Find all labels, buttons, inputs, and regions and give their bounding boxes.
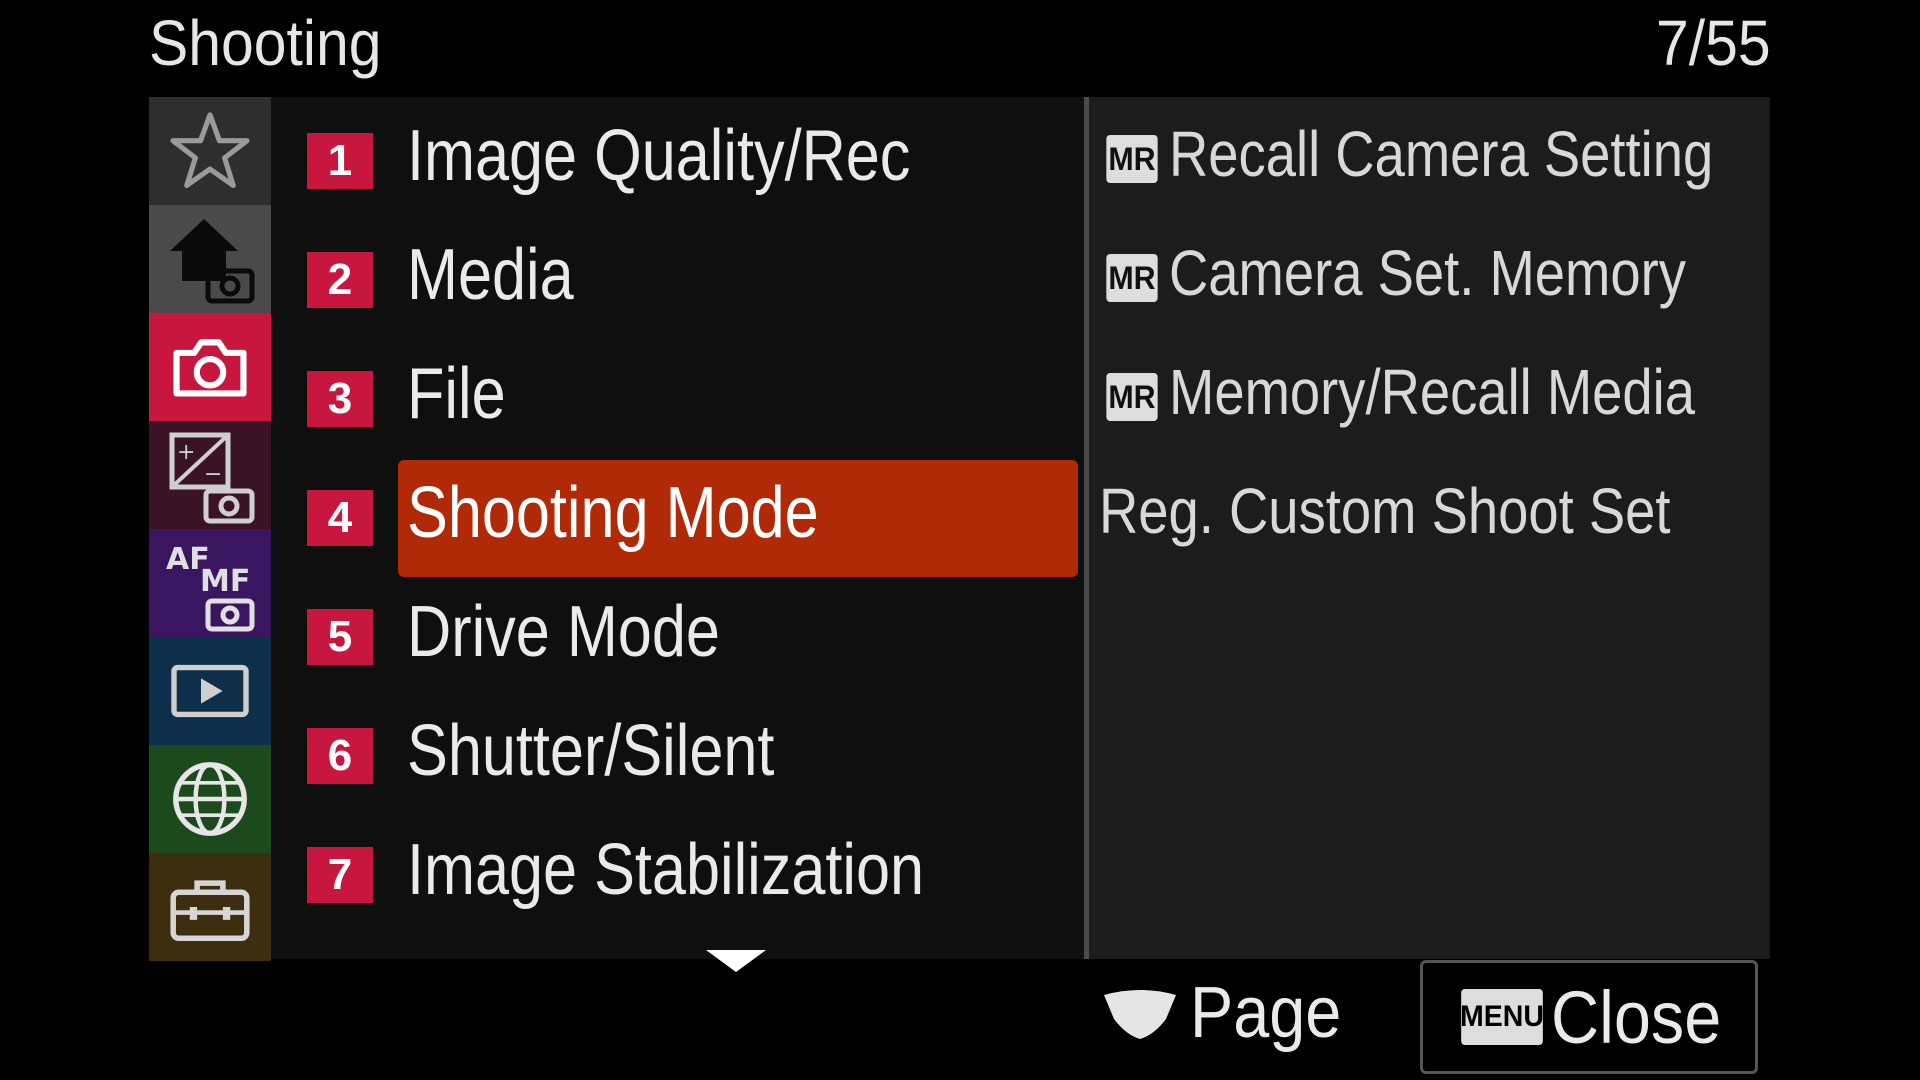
svg-text:−: − [204,462,222,487]
menu-item-label: Drive Mode [407,592,720,672]
page-counter: 7/55 [1656,7,1771,79]
mr-icon: MR [1106,135,1158,183]
menu-item-label: Image Stabilization [407,830,925,910]
category-tabs: + − AF MF [149,97,271,961]
menu-item-label: Shutter/Silent [407,711,775,791]
svg-text:MF: MF [200,564,250,599]
globe-icon [173,762,247,836]
scroll-down-arrow-icon [706,950,766,972]
page-hint: Page [1100,972,1358,1054]
submenu-item-label: Reg. Custom Shoot Set [1099,475,1671,547]
page-label: Page [1190,973,1342,1053]
menu-item-number: 3 [307,371,373,427]
menu-item-file[interactable]: 3 File [271,335,1084,454]
submenu-item-recall-camera-setting[interactable]: MR Recall Camera Setting [1089,97,1770,216]
menu-item-number: 1 [307,133,373,189]
af-mf-camera-icon: AF MF [166,542,255,632]
tab-focus[interactable]: AF MF [149,529,271,637]
submenu-item-memory-recall-media[interactable]: MR Memory/Recall Media [1089,335,1770,454]
exposure-camera-icon: + − [169,432,255,524]
submenu-item-camera-set-memory[interactable]: MR Camera Set. Memory [1089,216,1770,335]
tab-shooting[interactable] [149,313,271,421]
close-label: Close [1551,975,1722,1059]
tab-exposure-color[interactable]: + − [149,421,271,529]
mr-icon: MR [1106,254,1158,302]
submenu-item-label: Recall Camera Setting [1169,118,1714,190]
home-camera-icon [170,219,255,304]
menu-list: 1 Image Quality/Rec 2 Media 3 File 4 Sho… [271,97,1084,959]
star-icon [170,112,250,188]
menu-item-drive-mode[interactable]: 5 Drive Mode [271,573,1084,692]
submenu-item-label: Memory/Recall Media [1169,356,1696,428]
menu-title: Shooting [149,7,382,79]
control-wheel-icon [1104,990,1176,1039]
tab-network[interactable] [149,745,271,853]
menu-item-shooting-mode[interactable]: 4 Shooting Mode [271,454,1084,577]
toolbox-icon [170,880,250,942]
submenu-item-label: Camera Set. Memory [1169,237,1686,309]
tab-playback[interactable] [149,637,271,745]
mr-icon: MR [1106,373,1158,421]
tab-home-camera[interactable] [149,205,271,313]
menu-item-number: 5 [307,609,373,665]
playback-icon [171,664,249,718]
menu-item-number: 2 [307,252,373,308]
tab-favorites[interactable] [149,97,271,205]
menu-item-number: 6 [307,728,373,784]
menu-item-image-stabilization[interactable]: 7 Image Stabilization [271,811,1084,930]
svg-text:+: + [177,440,195,465]
menu-item-media[interactable]: 2 Media [271,216,1084,335]
menu-item-label: Media [407,235,574,315]
close-button[interactable]: MENU Close [1420,960,1758,1074]
menu-item-shutter-silent[interactable]: 6 Shutter/Silent [271,692,1084,811]
tab-setup[interactable] [149,853,271,961]
menu-item-number: 7 [307,847,373,903]
menu-item-label: Shooting Mode [407,473,819,553]
menu-button-icon: MENU [1460,989,1544,1045]
submenu-list: MR Recall Camera Setting MR Camera Set. … [1089,97,1770,959]
menu-item-image-quality[interactable]: 1 Image Quality/Rec [271,97,1084,216]
submenu-item-reg-custom-shoot-set[interactable]: Reg. Custom Shoot Set [1089,454,1770,573]
menu-item-label: File [407,354,506,434]
camera-icon [173,339,247,397]
menu-item-number: 4 [307,490,373,546]
menu-panel: + − AF MF 1 Image Quality/Rec 2 Media 3 … [149,97,1770,961]
menu-item-label: Image Quality/Rec [407,116,911,196]
